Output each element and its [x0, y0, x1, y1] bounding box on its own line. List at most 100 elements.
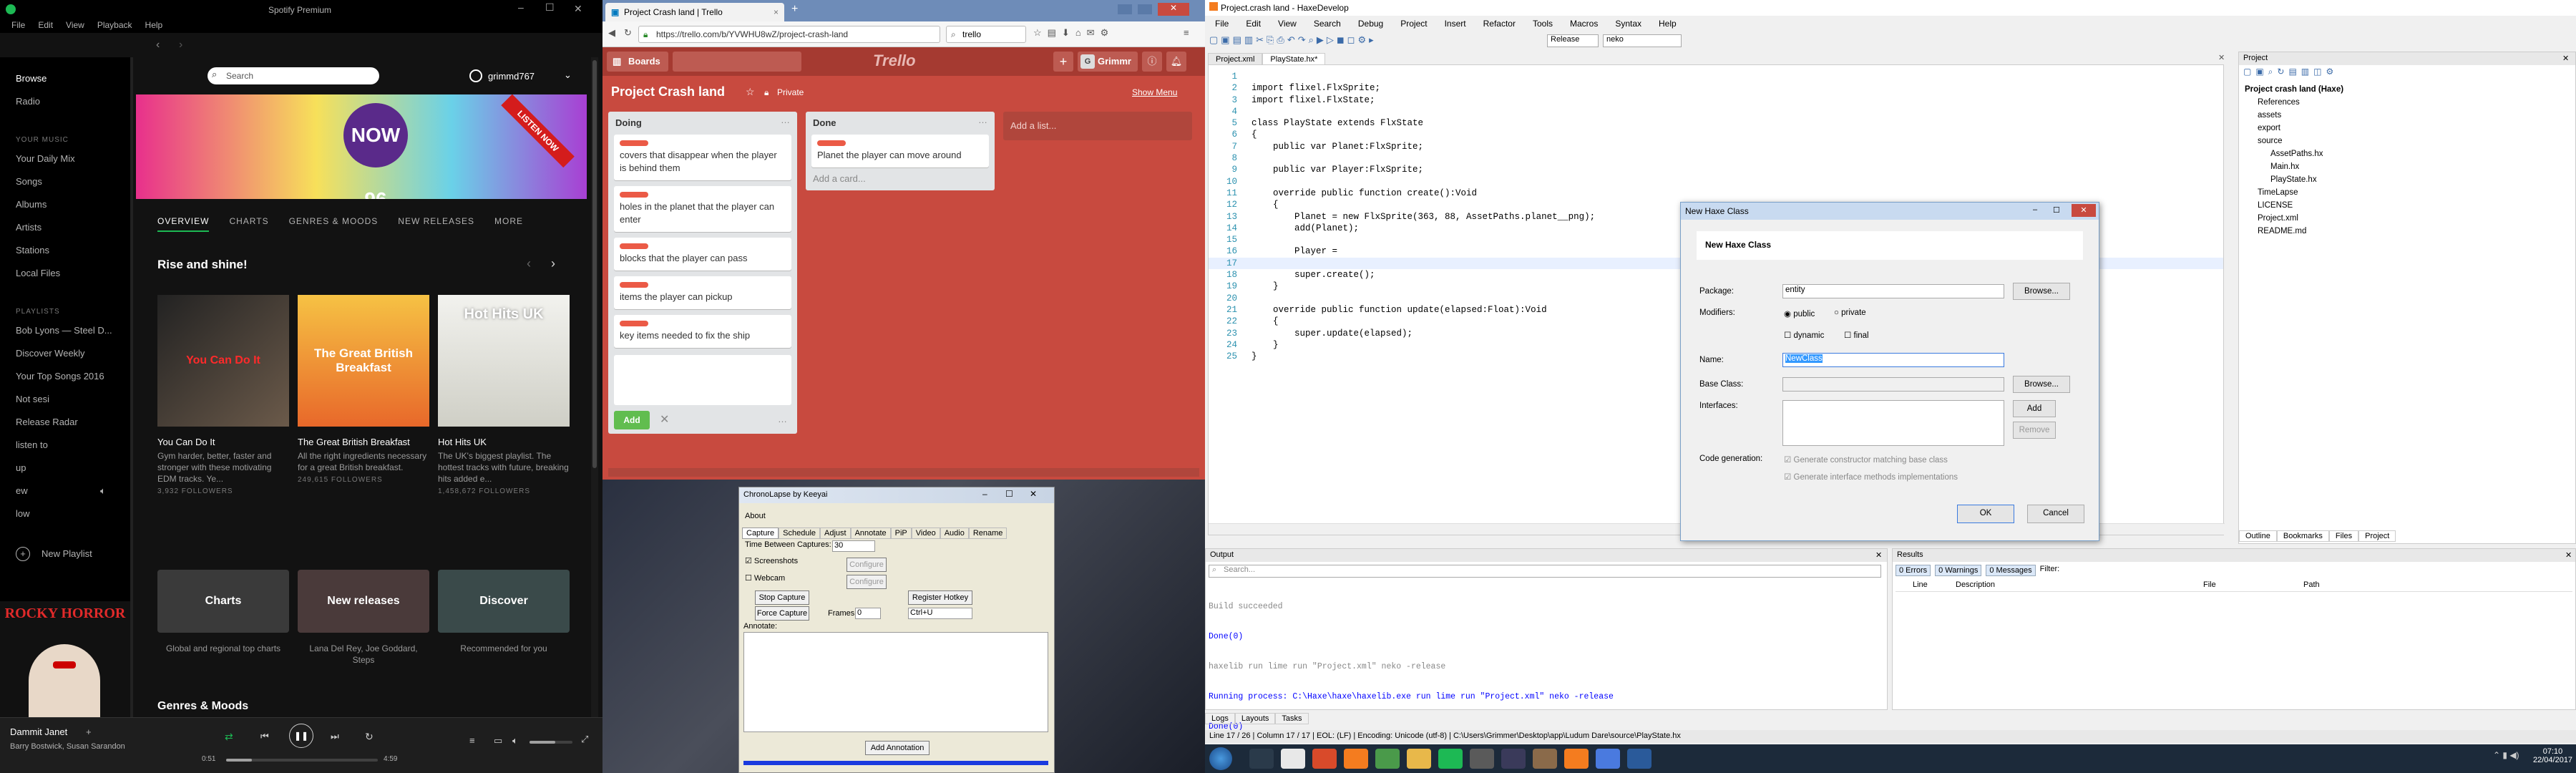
genre-tile-discover[interactable]: Discover Recommended for you: [438, 570, 570, 654]
playlist-item[interactable]: Discover Weekly: [16, 348, 85, 359]
start-button[interactable]: [1209, 747, 1232, 770]
final-checkbox[interactable]: ☐ final: [1844, 330, 1869, 340]
album-art[interactable]: ROCKY HORROR: [0, 601, 130, 717]
warnings-filter[interactable]: 0 Warnings: [1935, 565, 1982, 576]
menu-edit[interactable]: Edit: [38, 20, 53, 30]
messages-filter[interactable]: 0 Messages: [1986, 565, 2036, 576]
code-line[interactable]: 9 public var Player:FlxSprite;: [1209, 164, 2223, 175]
new-tab-icon[interactable]: +: [791, 3, 798, 16]
tab-overview[interactable]: OVERVIEW: [157, 216, 210, 232]
playlist-card[interactable]: The Great British Breakfast The Great Br…: [298, 295, 429, 484]
menu-debug[interactable]: Debug: [1358, 19, 1383, 29]
tree-folder[interactable]: assets: [2258, 111, 2281, 120]
private-radio[interactable]: ○ private: [1834, 308, 1866, 317]
card[interactable]: blocks that the player can pass: [614, 238, 791, 271]
menu-project[interactable]: Project: [1400, 19, 1427, 29]
list-title[interactable]: Done: [813, 117, 836, 128]
menu-search[interactable]: Search: [1314, 19, 1341, 29]
maximize-icon[interactable]: [1138, 4, 1152, 14]
progress-bar[interactable]: [226, 759, 378, 762]
back-icon[interactable]: ◀: [608, 27, 615, 39]
playlist-card[interactable]: Hot Hits UK Hot Hits UK The UK's biggest…: [438, 295, 570, 495]
browser-toolbar-icons[interactable]: ☆▤⬇⌂✉⚙: [1033, 27, 1114, 39]
close-icon[interactable]: ✕: [2562, 54, 2569, 63]
tree-file[interactable]: PlayState.hx: [2270, 175, 2317, 184]
library-albums[interactable]: Albums: [16, 199, 47, 210]
cancel-button[interactable]: Cancel: [2027, 505, 2084, 523]
tab-more[interactable]: MORE: [494, 216, 523, 232]
list-menu-icon[interactable]: …: [781, 115, 790, 125]
interfaces-list[interactable]: [1782, 400, 2004, 446]
tree-folder[interactable]: export: [2258, 124, 2280, 132]
ok-button[interactable]: OK: [1957, 505, 2014, 523]
code-line[interactable]: 10: [1209, 176, 2223, 188]
nav-radio[interactable]: Radio: [16, 96, 40, 107]
browser-tab[interactable]: Project Crash land | Trello ▣ ×: [605, 3, 784, 21]
config-select[interactable]: Release: [1547, 34, 1599, 47]
tray-icons[interactable]: ⌃ ▮ ◀): [2493, 750, 2519, 760]
playlist-item[interactable]: Not sesi: [16, 394, 49, 404]
menu-tools[interactable]: Tools: [1533, 19, 1553, 29]
code-line[interactable]: 11 override public function create():Voi…: [1209, 188, 2223, 199]
tab-bookmarks[interactable]: Bookmarks: [2276, 530, 2329, 542]
app-icon[interactable]: [1470, 749, 1494, 769]
base-class-input[interactable]: [1782, 377, 2004, 392]
tab-genres[interactable]: GENRES & MOODS: [289, 216, 379, 232]
menu-insert[interactable]: Insert: [1445, 19, 1466, 29]
trello-search-input[interactable]: [673, 52, 801, 72]
tree-folder[interactable]: References: [2258, 98, 2300, 107]
horizontal-scrollbar[interactable]: [608, 468, 1199, 477]
package-input[interactable]: entity: [1782, 284, 2004, 298]
file-explorer-icon[interactable]: [1407, 749, 1431, 769]
col-line[interactable]: Line: [1913, 580, 1928, 589]
chevron-right-icon[interactable]: ›: [551, 256, 555, 271]
tab-outline[interactable]: Outline: [2239, 530, 2277, 542]
code-line[interactable]: 8: [1209, 152, 2223, 164]
add-card-link[interactable]: Add a card...: [813, 173, 866, 184]
webcam-checkbox[interactable]: ☐ Webcam: [745, 573, 785, 583]
trello-logo[interactable]: Trello: [873, 52, 916, 70]
tab-files[interactable]: Files: [2328, 530, 2359, 542]
code-line[interactable]: 5 class PlayState extends FlxState: [1209, 117, 2223, 129]
card[interactable]: items the player can pickup: [614, 276, 791, 309]
tree-file[interactable]: Main.hx: [2270, 162, 2299, 171]
repeat-icon[interactable]: ↻: [365, 731, 374, 743]
tree-folder[interactable]: TimeLapse: [2258, 188, 2298, 197]
chronolapse-icon[interactable]: [1596, 749, 1620, 769]
playlist-item[interactable]: up: [16, 462, 26, 473]
add-interface-button[interactable]: Add: [2013, 400, 2056, 417]
frames-input[interactable]: 0: [855, 608, 881, 619]
add-card-button[interactable]: Add: [614, 411, 650, 429]
previous-icon[interactable]: ⏮︎: [260, 731, 269, 742]
configure-button[interactable]: Configure: [847, 558, 887, 572]
maximize-icon[interactable]: ☐: [1005, 489, 1013, 499]
tab-audio[interactable]: Audio: [940, 528, 969, 539]
user-menu[interactable]: G Grimmr: [1078, 52, 1138, 72]
configure-button[interactable]: Configure: [847, 575, 887, 589]
menu-syntax[interactable]: Syntax: [1615, 19, 1641, 29]
back-icon[interactable]: ‹: [156, 39, 160, 52]
hamburger-menu-icon[interactable]: ≡: [1184, 27, 1189, 38]
device-icon[interactable]: ▭: [494, 735, 502, 747]
code-line[interactable]: 2 import flixel.FlxSprite;: [1209, 82, 2223, 94]
tab-capture[interactable]: Capture: [742, 528, 779, 539]
tab-new-releases[interactable]: NEW RELEASES: [398, 216, 474, 232]
boards-button[interactable]: ▥ Boards: [607, 52, 668, 72]
menu-help[interactable]: Help: [1659, 19, 1677, 29]
playlist-item[interactable]: listen to: [16, 439, 48, 450]
board-title[interactable]: Project Crash land: [611, 84, 725, 99]
tree-file[interactable]: AssetPaths.hx: [2270, 150, 2323, 158]
menu-playback[interactable]: Playback: [97, 20, 132, 30]
gen-constructor-checkbox[interactable]: ☑ Generate constructor matching base cla…: [1784, 454, 1948, 465]
remove-interface-button[interactable]: Remove: [2013, 422, 2056, 439]
add-icon[interactable]: +: [86, 726, 92, 737]
new-playlist-button[interactable]: New Playlist: [42, 548, 92, 559]
menu-view[interactable]: View: [1278, 19, 1297, 29]
errors-filter[interactable]: 0 Errors: [1896, 565, 1931, 576]
show-menu-link[interactable]: Show Menu: [1132, 87, 1177, 97]
menu-macros[interactable]: Macros: [1570, 19, 1598, 29]
tab-pip[interactable]: PiP: [890, 528, 912, 539]
code-line[interactable]: 7 public var Planet:FlxSprite;: [1209, 141, 2223, 152]
star-icon[interactable]: ☆: [746, 86, 755, 98]
chevron-left-icon[interactable]: ‹: [527, 256, 531, 271]
